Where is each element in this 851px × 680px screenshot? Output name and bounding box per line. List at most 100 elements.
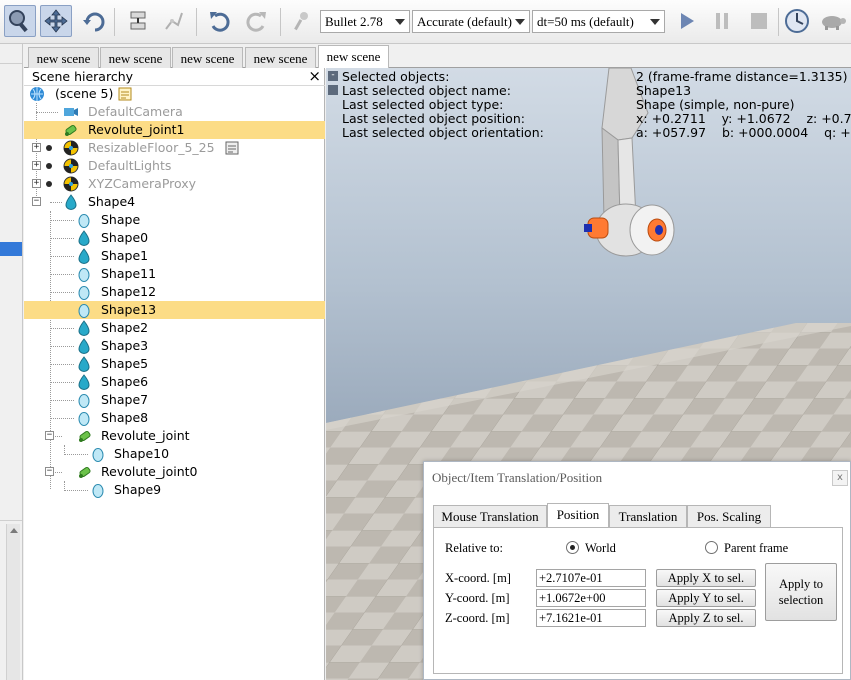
tab-pos-scaling[interactable]: Pos. Scaling [687,505,771,527]
assembly-icon[interactable] [122,5,154,37]
collapse-info-icon[interactable]: - [328,71,338,81]
tab-scene-2[interactable]: new scene [100,47,171,68]
tree-item-label: ResizableFloor_5_25 [88,140,215,155]
shape-icon [78,286,90,300]
tree-item-shape4[interactable]: − Shape4 [24,193,325,211]
tree-item-scene[interactable]: (scene 5) [24,85,325,103]
script-icon[interactable] [225,141,239,155]
radio-parent-frame-label: Parent frame [724,541,789,555]
info-type-label: Last selected object type: [342,97,504,112]
tree-item-label: DefaultCamera [88,104,183,119]
tree-item-defaultlights[interactable]: + DefaultLights [24,157,325,175]
shape-icon [92,448,104,462]
model-icon [63,176,79,192]
tree-item-xyzcameraproxy[interactable]: + XYZCameraProxy [24,175,325,193]
apply-to-selection-button[interactable]: Apply to selection [765,563,837,621]
apply-x-button[interactable]: Apply X to sel. [656,569,756,587]
apply-to-selection-line1: Apply to [778,577,824,591]
tree-item-shape1[interactable]: Shape1 [24,247,325,265]
x-coord-field[interactable]: +2.7107e-01 [536,569,646,587]
tree-item-label: Shape10 [114,446,170,461]
tree-item-shape10[interactable]: Shape10 [24,445,325,463]
strip-scrollbar[interactable] [6,524,20,680]
y-coord-label: Y-coord. [m] [445,591,510,605]
tab-scene-4[interactable]: new scene [245,47,316,68]
tree-item-revolute-joint[interactable]: − Revolute_joint [24,427,325,445]
timestep-value: dt=50 ms (default) [537,14,634,29]
tree-item-shape0[interactable]: Shape0 [24,229,325,247]
tree-item-shape2[interactable]: Shape2 [24,319,325,337]
tree-item-revolute-joint1[interactable]: Revolute_joint1 [24,121,325,139]
close-icon[interactable]: × [308,67,321,85]
apply-z-button[interactable]: Apply Z to sel. [656,609,756,627]
tree-item-label: Shape3 [101,338,149,353]
tree-item-shape11[interactable]: Shape11 [24,265,325,283]
expand-icon[interactable]: + [32,143,41,152]
joint-icon [65,124,77,136]
expand-icon[interactable]: + [32,161,41,170]
select-icon[interactable] [4,5,36,37]
stop-icon[interactable] [743,5,775,37]
tree-item-label: Shape8 [101,410,149,425]
play-icon[interactable] [670,5,702,37]
tab-scene-3[interactable]: new scene [172,47,243,68]
accuracy-select[interactable]: Accurate (default) [412,10,530,33]
tab-translation[interactable]: Translation [609,505,687,527]
collapse-icon[interactable]: − [32,197,41,206]
info-orientation-label: Last selected object orientation: [342,125,544,140]
joint-icon [79,430,91,442]
tree-item-label: Shape12 [101,284,157,299]
shape-icon [78,268,90,282]
close-icon[interactable]: x [832,470,848,486]
tree-item-shape13[interactable]: Shape13 [24,301,325,319]
tab-scene-5[interactable]: new scene [318,45,389,69]
radio-world[interactable] [566,541,579,554]
dialog-title: Object/Item Translation/Position [432,470,603,485]
tree-item-label: Revolute_joint [101,428,190,443]
redo-icon[interactable] [240,5,272,37]
tree-item-defaultcamera[interactable]: DefaultCamera [24,103,325,121]
move-icon[interactable] [40,5,72,37]
y-coord-field[interactable]: +1.0672e+00 [536,589,646,607]
tab-scene-1[interactable]: new scene [28,47,99,68]
tree-item-label: Revolute_joint1 [88,122,185,137]
expand-icon[interactable]: + [32,179,41,188]
tree-item-resizablefloor[interactable]: + ResizableFloor_5_25 [24,139,325,157]
collapse-icon[interactable]: − [45,431,54,440]
chevron-down-icon [515,19,525,25]
dynamics-icon[interactable] [286,5,318,37]
realtime-icon[interactable] [781,5,813,37]
tree-item-shape3[interactable]: Shape3 [24,337,325,355]
tree-item-shape7[interactable]: Shape7 [24,391,325,409]
turtle-icon[interactable] [817,5,849,37]
tab-mouse-translation[interactable]: Mouse Translation [433,505,547,527]
scroll-up-icon[interactable] [10,528,18,533]
tree-item-shape8[interactable]: Shape8 [24,409,325,427]
tree-item-shape[interactable]: Shape [24,211,325,229]
tree-item-shape5[interactable]: Shape5 [24,355,325,373]
shape-icon [92,484,104,498]
collapse-icon[interactable]: − [45,467,54,476]
z-coord-field[interactable]: +7.1621e-01 [536,609,646,627]
tab-position[interactable]: Position [547,503,609,528]
tree-item-shape12[interactable]: Shape12 [24,283,325,301]
timestep-select[interactable]: dt=50 ms (default) [532,10,665,33]
tree-item-shape6[interactable]: Shape6 [24,373,325,391]
tree-item-revolute-joint0[interactable]: − Revolute_joint0 [24,463,325,481]
kinematics-icon[interactable] [158,5,190,37]
undo-icon[interactable] [204,5,236,37]
rotate-icon[interactable] [78,5,110,37]
script-icon[interactable] [118,87,132,101]
shape-icon [65,194,77,210]
strip-header [0,44,22,64]
pause-icon[interactable] [706,5,738,37]
scene-icon [30,87,44,101]
apply-y-button[interactable]: Apply Y to sel. [656,589,756,607]
info-orientation-value: a: +057.97 b: +000.0004 q: +180.00 [636,125,851,140]
physics-engine-select[interactable]: Bullet 2.78 [320,10,410,33]
tree-item-label: Shape2 [101,320,149,335]
model-icon [63,140,79,156]
radio-parent-frame[interactable] [705,541,718,554]
strip-divider [0,520,22,521]
tree-item-shape9[interactable]: Shape9 [24,481,325,499]
